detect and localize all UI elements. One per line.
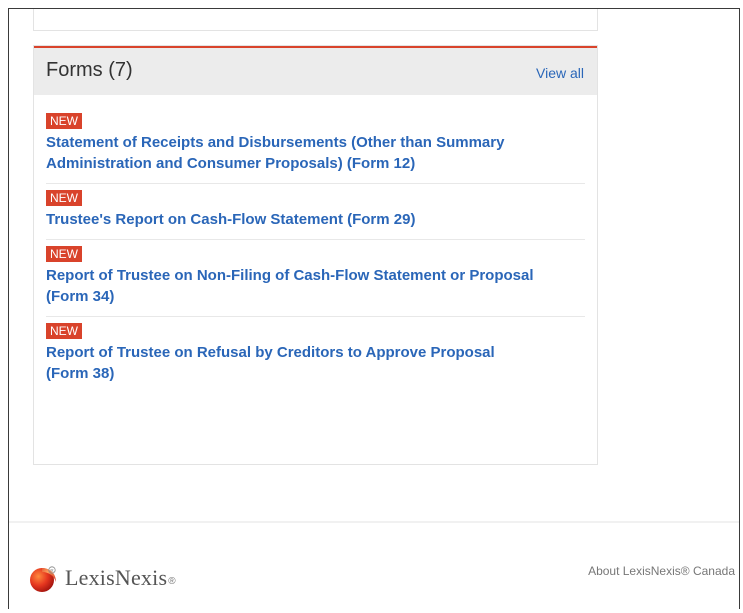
new-badge: NEW [46, 323, 82, 339]
new-badge: NEW [46, 113, 82, 129]
new-badge: NEW [46, 190, 82, 206]
forms-panel-header: Forms (7) View all [34, 46, 597, 95]
forms-list: NEW Statement of Receipts and Disburseme… [34, 107, 597, 393]
form-link[interactable]: Report of Trustee on Refusal by Creditor… [46, 342, 536, 384]
view-all-link[interactable]: View all [536, 65, 584, 81]
form-link[interactable]: Statement of Receipts and Disbursements … [46, 132, 536, 174]
form-link[interactable]: Report of Trustee on Non-Filing of Cash-… [46, 265, 536, 307]
forms-panel: Forms (7) View all NEW Statement of Rece… [33, 45, 598, 465]
list-item: NEW Report of Trustee on Non-Filing of C… [46, 240, 585, 317]
new-badge: NEW [46, 246, 82, 262]
logo-registered-mark: ® [168, 575, 176, 587]
form-link[interactable]: Trustee's Report on Cash-Flow Statement … [46, 209, 536, 230]
page-frame: Forms (7) View all NEW Statement of Rece… [8, 8, 740, 609]
footer: R LexisNexis ® About LexisNexis® Canada [9, 523, 739, 609]
previous-panel [33, 9, 598, 31]
list-item: NEW Report of Trustee on Refusal by Cred… [46, 317, 585, 393]
list-item: NEW Trustee's Report on Cash-Flow Statem… [46, 184, 585, 240]
lexisnexis-logo-icon: R [30, 566, 56, 592]
about-link[interactable]: About LexisNexis® Canada [588, 564, 735, 578]
logo-text: LexisNexis [65, 565, 168, 590]
list-item: NEW Statement of Receipts and Disburseme… [46, 107, 585, 184]
lexisnexis-logo[interactable]: R LexisNexis ® [29, 561, 176, 595]
forms-panel-title: Forms (7) [46, 59, 133, 81]
